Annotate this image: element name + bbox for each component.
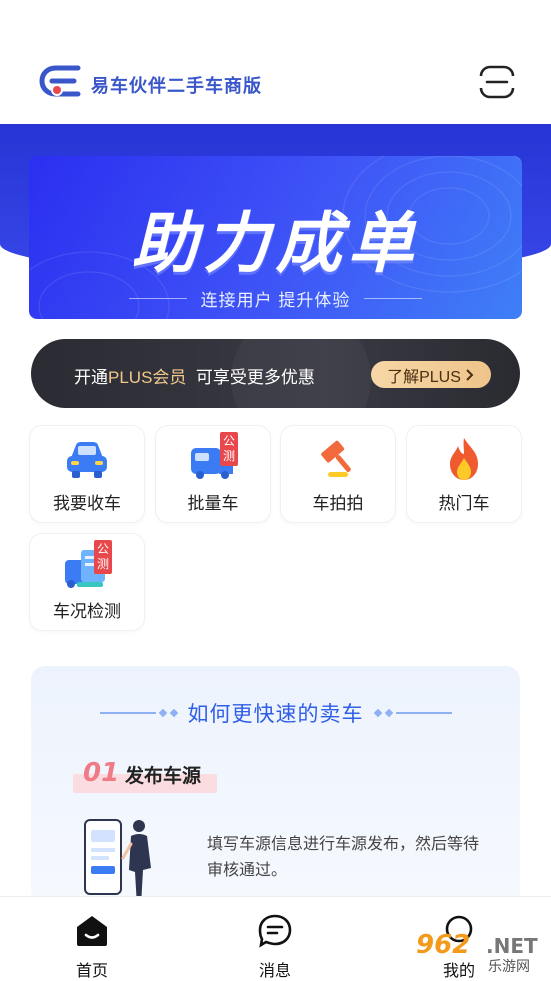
nav-label: 首页 <box>75 963 108 980</box>
banner-title: 助力成单 <box>131 205 420 282</box>
learn-plus-label: 了解PLUS <box>387 368 461 386</box>
home-icon <box>77 916 107 946</box>
beta-badge: 公测 <box>94 540 112 574</box>
chevron-right-icon <box>466 368 474 381</box>
watermark-number: 962 <box>416 930 471 960</box>
grid-label: 热门车 <box>438 494 490 513</box>
watermark-site-name: 乐游网 <box>488 958 530 974</box>
banner-subtitle-row: 连接用户 提升体验 <box>29 286 522 310</box>
learn-plus-button[interactable]: 了解PLUS <box>371 361 491 388</box>
plus-promo-text: 开通PLUS会员 可享受更多优惠 <box>74 363 315 388</box>
grid-item-bulk-car[interactable]: 公测 批量车 <box>156 426 270 522</box>
watermark-net: .NET <box>486 934 538 958</box>
divider <box>128 297 187 299</box>
grid-label: 车拍拍 <box>312 494 364 513</box>
grid-item-hot-cars[interactable]: 热门车 <box>407 426 521 522</box>
site-watermark: 962 .NET 乐游网 <box>412 930 548 976</box>
plus-suffix: 可享受更多优惠 <box>186 368 315 387</box>
grid-label: 批量车 <box>187 494 239 513</box>
app-title: 易车伙伴二手车商版 <box>91 76 262 96</box>
beta-badge: 公测 <box>220 432 238 466</box>
plus-prefix: 开通 <box>74 368 108 387</box>
scan-icon[interactable] <box>478 64 516 100</box>
title-deco-left <box>99 708 178 718</box>
publish-illustration-icon <box>84 819 151 906</box>
yiche-logo-icon <box>39 65 81 97</box>
grid-item-inspection[interactable]: 公测 车况检测 <box>30 534 144 630</box>
guide-title: 如何更快速的卖车 <box>187 703 364 726</box>
promo-banner[interactable]: 助力成单 连接用户 提升体验 <box>29 156 522 319</box>
fire-icon <box>450 438 478 480</box>
grid-item-buy-car[interactable]: 我要收车 <box>30 426 144 522</box>
step-number: 01 <box>83 758 120 788</box>
step-title: 发布车源 <box>125 766 202 787</box>
plus-highlight: PLUS会员 <box>108 368 187 387</box>
nav-messages[interactable]: 消息 <box>215 897 335 981</box>
auction-hammer-icon <box>321 440 351 477</box>
nav-home[interactable]: 首页 <box>32 897 152 981</box>
banner-subtitle: 连接用户 提升体验 <box>200 290 351 310</box>
grid-item-auction[interactable]: 车拍拍 <box>281 426 395 522</box>
app-header: 易车伙伴二手车商版 <box>0 0 551 124</box>
grid-label: 我要收车 <box>53 494 121 513</box>
guide-title-row: 如何更快速的卖车 <box>31 698 520 728</box>
sell-guide-card: 如何更快速的卖车 01 发布车源 填写车源信息进行车源发布，然后等待审核通过。 <box>31 666 520 906</box>
nav-label: 消息 <box>258 963 291 980</box>
divider <box>364 297 423 299</box>
title-deco-right <box>373 708 452 718</box>
step-description: 填写车源信息进行车源发布，然后等待审核通过。 <box>207 836 480 879</box>
message-icon <box>258 914 292 948</box>
car-front-icon <box>67 442 107 478</box>
grid-label: 车况检测 <box>53 602 121 621</box>
plus-membership-bar[interactable]: 开通PLUS会员 可享受更多优惠 了解PLUS <box>31 339 520 408</box>
